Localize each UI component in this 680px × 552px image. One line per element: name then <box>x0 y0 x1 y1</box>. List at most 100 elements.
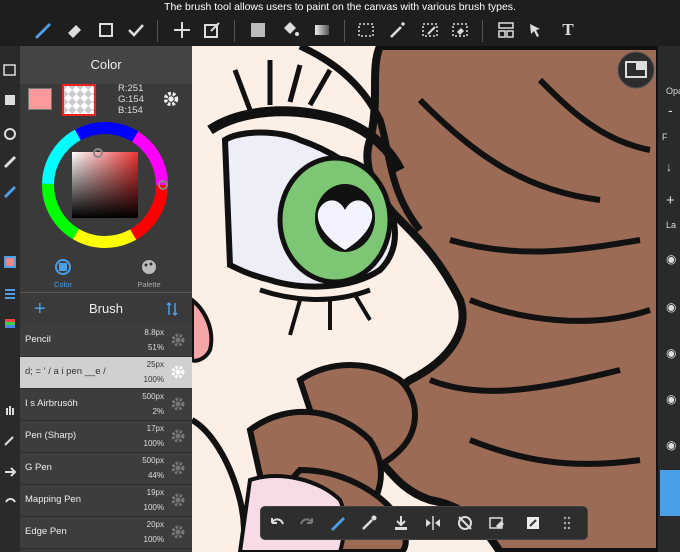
rectangle-icon[interactable] <box>92 16 120 44</box>
color-tab-icon <box>55 259 71 275</box>
hand-icon[interactable] <box>0 400 20 420</box>
brush-item[interactable]: Mapping Pen 19px 100% <box>20 485 192 517</box>
brush-name: Edge Pen <box>25 526 67 537</box>
brush-size: 500px <box>142 456 164 465</box>
select-pen-icon[interactable] <box>416 16 444 44</box>
tab-color[interactable]: Color <box>20 252 106 292</box>
brush-item[interactable]: I s Airbrusóh 500px 2% <box>20 389 192 421</box>
ruler-icon[interactable] <box>0 152 20 172</box>
brush-name: I s Airbrusóh <box>25 398 78 409</box>
brush-item[interactable]: G Pen 500px 44% <box>20 453 192 485</box>
no-rotate-icon[interactable] <box>455 513 475 533</box>
brush-size: 19px <box>146 488 164 497</box>
bucket-icon[interactable] <box>276 16 304 44</box>
gradient-icon[interactable] <box>308 16 336 44</box>
tab-palette[interactable]: Palette <box>106 252 192 292</box>
brush-settings-gear-icon[interactable] <box>170 460 186 476</box>
text-icon[interactable]: T <box>554 16 582 44</box>
bottom-toolbar <box>260 506 588 540</box>
tab-color-label: Color <box>54 280 72 289</box>
undo-icon[interactable] <box>267 513 287 533</box>
pen-icon[interactable] <box>0 182 20 202</box>
add-layer-button[interactable]: + <box>666 192 675 209</box>
color-brush-panel: Color R:251 G:154 B:154 Color Palette + … <box>20 46 192 552</box>
brush-size: 8.8px <box>144 328 164 337</box>
select-arrow-icon[interactable] <box>522 16 550 44</box>
eraser-icon[interactable] <box>487 513 507 533</box>
brush-item[interactable]: Edge Pen 20px 100% <box>20 517 192 549</box>
move-icon[interactable] <box>168 16 196 44</box>
brush-size: 500px <box>142 392 164 401</box>
brush-opacity: 100% <box>143 375 164 384</box>
brush-settings-gear-icon[interactable] <box>170 364 186 380</box>
eraser-icon[interactable] <box>60 16 88 44</box>
brush-settings-gear-icon[interactable] <box>170 332 186 348</box>
brush-size: 17px <box>146 424 164 433</box>
brush-icon[interactable] <box>327 513 347 533</box>
blue-value: B:154 <box>118 105 143 116</box>
brush-size: 20px <box>146 520 164 529</box>
opacity-minus[interactable]: - <box>668 102 673 118</box>
rotate-icon[interactable] <box>0 124 20 144</box>
brush-name: Pen (Sharp) <box>25 430 77 441</box>
undo-icon[interactable] <box>0 492 20 512</box>
import-icon[interactable] <box>391 513 411 533</box>
brush-item[interactable]: Pen (Sharp) 17px 100% <box>20 421 192 453</box>
brush-panel-header: + Brush <box>20 292 192 325</box>
layer-panel-edge: Opa - F ↓ + La ◉ ◉ ◉ ◉ ◉ <box>658 46 680 552</box>
brush-opacity: 100% <box>143 439 164 448</box>
grid-icon[interactable] <box>559 513 579 533</box>
palette-strip-icon[interactable] <box>0 314 20 334</box>
background-color-swatch[interactable] <box>62 84 96 116</box>
color-panel-title: Color <box>20 46 192 84</box>
fill-color-icon[interactable] <box>244 16 272 44</box>
brush-settings-gear-icon[interactable] <box>170 396 186 412</box>
brush-settings-gear-icon[interactable] <box>170 492 186 508</box>
eye-icon[interactable]: ◉ <box>666 438 676 452</box>
brush-opacity: 100% <box>143 503 164 512</box>
brush-opacity: 44% <box>147 471 164 480</box>
eye-icon[interactable]: ◉ <box>666 252 676 266</box>
brush-size: 25px <box>146 360 164 369</box>
menu-icon[interactable] <box>0 284 20 304</box>
checkmark-icon[interactable] <box>122 16 150 44</box>
layers-label: La <box>666 220 677 230</box>
brush-opacity: 100% <box>143 535 164 544</box>
palette-icon <box>142 260 156 274</box>
toolbar-divider <box>157 20 158 42</box>
brush-item[interactable]: Pencil 8.8px 51% <box>20 325 192 357</box>
brush-settings-gear-icon[interactable] <box>170 524 186 540</box>
eye-icon[interactable]: ◉ <box>666 346 676 360</box>
eye-icon[interactable]: ◉ <box>666 300 676 314</box>
brush-settings-gear-icon[interactable] <box>170 428 186 444</box>
tab-palette-label: Palette <box>137 280 161 289</box>
select-eraser-icon[interactable] <box>446 16 474 44</box>
eyedropper-icon[interactable] <box>0 430 20 450</box>
caption-text: The brush tool allows users to paint on … <box>164 1 516 13</box>
main-color-swatch[interactable] <box>28 88 52 110</box>
color-tabs: Color Palette <box>20 252 192 292</box>
transform-icon[interactable] <box>198 16 226 44</box>
top-toolbar: The brush tool allows users to paint on … <box>0 0 680 46</box>
eyedropper-icon[interactable] <box>359 513 379 533</box>
color-wheel[interactable] <box>40 120 170 250</box>
swap-icon[interactable] <box>0 90 20 110</box>
eye-icon[interactable]: ◉ <box>666 392 676 406</box>
toolbar-divider <box>234 20 235 42</box>
brush-icon[interactable] <box>28 16 56 44</box>
sort-icon[interactable] <box>166 301 178 322</box>
export-icon[interactable] <box>523 513 543 533</box>
magic-wand-icon[interactable] <box>384 16 412 44</box>
blend-mode-label[interactable]: F <box>662 132 668 142</box>
arrow-icon[interactable] <box>0 462 20 482</box>
brush-item[interactable]: d; = ' / a i pen __e / 25px 100% <box>20 357 192 389</box>
select-rect-icon[interactable] <box>352 16 380 44</box>
flip-icon[interactable] <box>423 513 443 533</box>
layer-arrow-icon[interactable]: ↓ <box>666 160 672 174</box>
selected-layer[interactable] <box>660 470 680 516</box>
color-icon[interactable] <box>0 252 20 272</box>
redo-icon[interactable] <box>297 513 317 533</box>
layers-icon[interactable] <box>0 60 20 80</box>
layout-icon[interactable] <box>492 16 520 44</box>
color-settings-gear-icon[interactable] <box>162 90 180 108</box>
